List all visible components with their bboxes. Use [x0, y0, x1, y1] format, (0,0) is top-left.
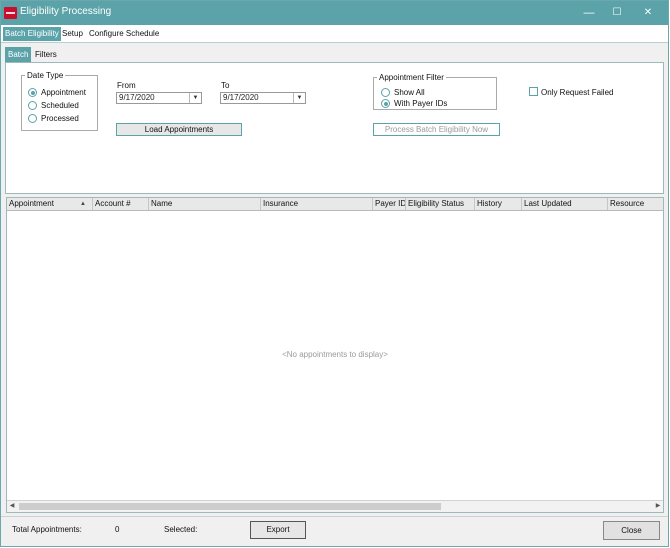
radio-processed[interactable] — [28, 114, 37, 123]
export-button[interactable]: Export — [250, 521, 306, 539]
column-appointment[interactable]: Appointment ▲ — [7, 198, 93, 210]
to-label: To — [221, 81, 230, 90]
radio-scheduled-label: Scheduled — [41, 101, 79, 110]
column-history[interactable]: History — [475, 198, 522, 210]
radio-appointment[interactable] — [28, 88, 37, 97]
to-date-picker[interactable]: 9/17/2020 ▼ — [220, 92, 306, 104]
scroll-right-icon[interactable]: ▶ — [653, 501, 663, 512]
appointment-filter-legend: Appointment Filter — [379, 73, 444, 82]
column-account[interactable]: Account # — [93, 198, 149, 210]
only-request-failed-label: Only Request Failed — [541, 88, 614, 97]
load-appointments-button[interactable]: Load Appointments — [116, 123, 242, 136]
batch-options-panel: Date Type Appointment Scheduled Processe… — [5, 62, 664, 194]
scroll-left-icon[interactable]: ◀ — [7, 501, 17, 512]
tab-filters[interactable]: Filters — [32, 47, 60, 62]
scrollbar-thumb[interactable] — [19, 503, 441, 510]
title-bar: Eligibility Processing — ☐ ✕ — [1, 1, 668, 25]
chevron-down-icon[interactable]: ▼ — [189, 93, 201, 103]
app-logo-icon — [4, 7, 17, 19]
column-payer-id[interactable]: Payer ID — [373, 198, 406, 210]
column-last-updated[interactable]: Last Updated — [522, 198, 608, 210]
main-tab-strip: Batch Eligibility Setup Configure Schedu… — [1, 25, 668, 43]
maximize-button[interactable]: ☐ — [601, 3, 633, 23]
column-appointment-label: Appointment — [9, 199, 54, 208]
radio-scheduled[interactable] — [28, 101, 37, 110]
radio-appointment-label: Appointment — [41, 88, 86, 97]
column-insurance[interactable]: Insurance — [261, 198, 373, 210]
from-date-picker[interactable]: 9/17/2020 ▼ — [116, 92, 202, 104]
radio-processed-label: Processed — [41, 114, 79, 123]
chevron-down-icon[interactable]: ▼ — [293, 93, 305, 103]
from-date-value: 9/17/2020 — [119, 93, 155, 102]
radio-show-all-label: Show All — [394, 88, 425, 97]
to-date-value: 9/17/2020 — [223, 93, 259, 102]
appointments-grid: Appointment ▲ Account # Name Insurance P… — [6, 197, 664, 513]
column-resource[interactable]: Resource — [608, 198, 663, 210]
radio-with-payer-ids-label: With Payer IDs — [394, 99, 448, 108]
process-batch-eligibility-button[interactable]: Process Batch Eligibility Now — [373, 123, 500, 136]
horizontal-scrollbar[interactable]: ◀ ▶ — [7, 500, 663, 512]
radio-with-payer-ids[interactable] — [381, 99, 390, 108]
eligibility-processing-window: Eligibility Processing — ☐ ✕ Batch Eligi… — [0, 0, 669, 547]
tab-batch-eligibility[interactable]: Batch Eligibility — [3, 27, 61, 41]
column-eligibility-status[interactable]: Eligibility Status — [406, 198, 475, 210]
only-request-failed-checkbox[interactable] — [529, 87, 538, 96]
window-title: Eligibility Processing — [20, 6, 112, 17]
total-appointments-label: Total Appointments: — [12, 525, 82, 534]
close-window-button[interactable]: ✕ — [632, 3, 664, 23]
footer-bar: Total Appointments: 0 Selected: Export C… — [1, 516, 668, 546]
tab-setup[interactable]: Setup — [60, 27, 85, 41]
from-label: From — [117, 81, 136, 90]
close-button[interactable]: Close — [603, 521, 660, 540]
grid-header: Appointment ▲ Account # Name Insurance P… — [7, 198, 663, 211]
total-appointments-value: 0 — [115, 525, 120, 534]
selected-label: Selected: — [164, 525, 198, 534]
empty-grid-message: <No appointments to display> — [282, 350, 388, 359]
radio-show-all[interactable] — [381, 88, 390, 97]
sort-ascending-icon: ▲ — [80, 201, 86, 207]
tab-configure-schedule[interactable]: Configure Schedule — [87, 27, 161, 41]
column-name[interactable]: Name — [149, 198, 261, 210]
date-type-legend: Date Type — [27, 71, 64, 80]
tab-batch[interactable]: Batch — [5, 47, 32, 62]
